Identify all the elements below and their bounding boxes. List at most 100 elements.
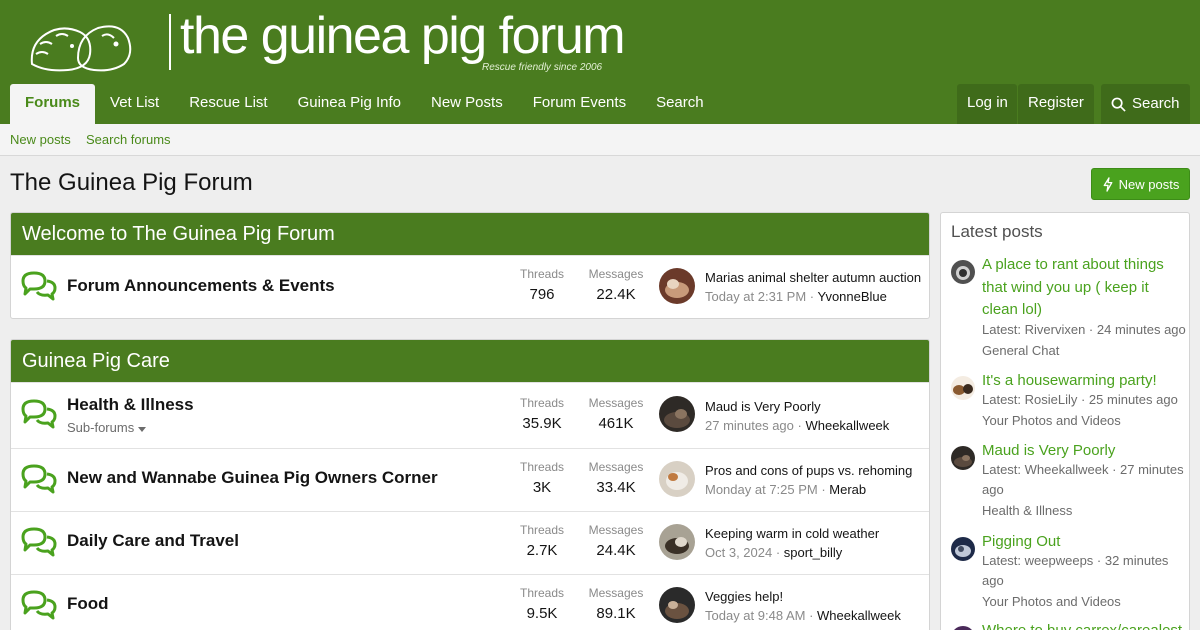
tab-new-posts[interactable]: New Posts (416, 84, 518, 124)
search-button[interactable]: Search (1101, 84, 1190, 124)
last-post-user[interactable]: Merab (829, 482, 866, 497)
main-nav: Forums Vet List Rescue List Guinea Pig I… (10, 84, 719, 124)
messages-count: 33.4K (596, 479, 636, 496)
post-title[interactable]: A place to rant about things that wind y… (982, 254, 1187, 322)
last-post-date[interactable]: Today at 9:48 AM (705, 608, 805, 623)
forum-bubbles-icon (21, 590, 57, 620)
messages-label: Messages (588, 523, 644, 537)
last-post-title[interactable]: Maud is Very Poorly (705, 399, 821, 414)
subforums-label: Sub-forums (67, 420, 135, 435)
threads-count: 2.7K (526, 542, 558, 559)
sub-nav: New posts Search forums (0, 124, 1200, 156)
last-post-title[interactable]: Keeping warm in cold weather (705, 526, 879, 541)
last-post-date[interactable]: Monday at 7:25 PM (705, 482, 818, 497)
forum-bubbles-icon (21, 399, 57, 429)
login-button[interactable]: Log in (957, 84, 1017, 124)
threads-count: 35.9K (522, 415, 562, 432)
messages-label: Messages (588, 586, 644, 600)
tab-search[interactable]: Search (641, 84, 719, 124)
site-header: the guinea pig forum Rescue friendly sin… (0, 0, 1200, 124)
last-post-user[interactable]: sport_billy (784, 545, 843, 560)
tab-forum-events[interactable]: Forum Events (518, 84, 641, 124)
tab-forums[interactable]: Forums (10, 84, 96, 124)
chevron-down-icon (137, 427, 146, 432)
threads-label: Threads (519, 460, 565, 474)
post-forum[interactable]: Health & Illness (982, 503, 1072, 518)
last-post-meta: Oct 3, 2024 · sport_billy (705, 545, 843, 560)
post-meta: Latest: weepweeps · 32 minutes ago (982, 553, 1169, 588)
last-post-user[interactable]: Wheekallweek (817, 608, 901, 623)
messages-label: Messages (588, 267, 644, 281)
avatar[interactable] (659, 524, 695, 560)
last-post-user[interactable]: Wheekallweek (805, 418, 889, 433)
last-post-title[interactable]: Veggies help! (705, 589, 783, 604)
avatar[interactable] (659, 461, 695, 497)
new-posts-button-label: New posts (1118, 176, 1180, 192)
site-logo[interactable]: the guinea pig forum Rescue friendly sin… (28, 7, 626, 74)
category-title[interactable]: Welcome to The Guinea Pig Forum (11, 213, 929, 255)
messages-count: 24.4K (596, 542, 636, 559)
category-welcome: Welcome to The Guinea Pig Forum Forum An… (10, 212, 930, 319)
messages-count: 89.1K (596, 605, 636, 622)
forum-node: New and Wannabe Guinea Pig Owners Corner… (11, 448, 929, 511)
last-post-meta: Monday at 7:25 PM · Merab (705, 482, 867, 497)
new-posts-button[interactable]: New posts (1091, 168, 1190, 200)
tab-guinea-pig-info[interactable]: Guinea Pig Info (283, 84, 416, 124)
logo-tagline: Rescue friendly since 2006 (482, 62, 603, 73)
messages-label: Messages (588, 460, 644, 474)
threads-label: Threads (519, 586, 565, 600)
page-title: The Guinea Pig Forum (10, 169, 253, 196)
widget-title: Latest posts (951, 222, 1043, 241)
threads-count: 796 (529, 286, 555, 303)
avatar[interactable] (951, 537, 975, 561)
forum-node: Forum Announcements & Events Threads 796… (11, 255, 929, 318)
subnav-search-forums[interactable]: Search forums (86, 132, 171, 147)
threads-label: Threads (519, 523, 565, 537)
post-meta: Latest: Wheekallweek · 27 minutes ago (982, 462, 1184, 497)
post-meta: Latest: Rivervixen · 24 minutes ago (982, 322, 1186, 337)
threads-label: Threads (519, 396, 565, 410)
last-post-date[interactable]: Oct 3, 2024 (705, 545, 772, 560)
forum-title[interactable]: New and Wannabe Guinea Pig Owners Corner (67, 468, 438, 488)
avatar[interactable] (951, 260, 975, 284)
tab-rescue-list[interactable]: Rescue List (174, 84, 282, 124)
post-title[interactable]: Where to buy carrex/carealest (982, 620, 1187, 630)
last-post-meta: Today at 9:48 AM · Wheekallweek (705, 608, 901, 623)
post-forum[interactable]: General Chat (982, 343, 1059, 358)
threads-label: Threads (519, 267, 565, 281)
threads-count: 9.5K (526, 605, 558, 622)
messages-label: Messages (588, 396, 644, 410)
forum-bubbles-icon (21, 271, 57, 301)
post-forum[interactable]: Your Photos and Videos (982, 594, 1121, 609)
logo-divider (169, 14, 171, 70)
forum-node: Daily Care and Travel Threads 2.7K Messa… (11, 511, 929, 574)
last-post-user[interactable]: YvonneBlue (818, 289, 887, 304)
avatar[interactable] (951, 446, 975, 470)
avatar[interactable] (659, 268, 695, 304)
last-post-meta: Today at 2:31 PM · YvonneBlue (705, 289, 887, 304)
avatar[interactable] (659, 587, 695, 623)
avatar[interactable] (659, 396, 695, 432)
category-title[interactable]: Guinea Pig Care (11, 340, 929, 382)
last-post-date[interactable]: 27 minutes ago (705, 418, 794, 433)
subnav-new-posts[interactable]: New posts (10, 132, 71, 147)
last-post-date[interactable]: Today at 2:31 PM (705, 289, 806, 304)
avatar[interactable] (951, 376, 975, 400)
post-meta: Latest: RosieLily · 25 minutes ago (982, 392, 1178, 407)
register-button[interactable]: Register (1018, 84, 1094, 124)
subforums-toggle[interactable]: Sub-forums (67, 420, 146, 435)
last-post-title[interactable]: Marias animal shelter autumn auction (705, 270, 921, 285)
search-icon (1111, 97, 1126, 112)
post-forum[interactable]: Your Photos and Videos (982, 413, 1121, 428)
forum-node: Health & Illness Sub-forums Threads 35.9… (11, 382, 929, 448)
category-guinea-pig-care: Guinea Pig Care Health & Illness Sub-for… (10, 339, 930, 630)
forum-bubbles-icon (21, 464, 57, 494)
lightning-icon (1103, 176, 1113, 192)
forum-title[interactable]: Food (67, 594, 109, 614)
forum-title[interactable]: Health & Illness (67, 395, 194, 415)
avatar[interactable] (951, 626, 975, 630)
forum-title[interactable]: Forum Announcements & Events (67, 276, 335, 296)
last-post-title[interactable]: Pros and cons of pups vs. rehoming (705, 463, 912, 478)
forum-title[interactable]: Daily Care and Travel (67, 531, 239, 551)
tab-vet-list[interactable]: Vet List (95, 84, 174, 124)
